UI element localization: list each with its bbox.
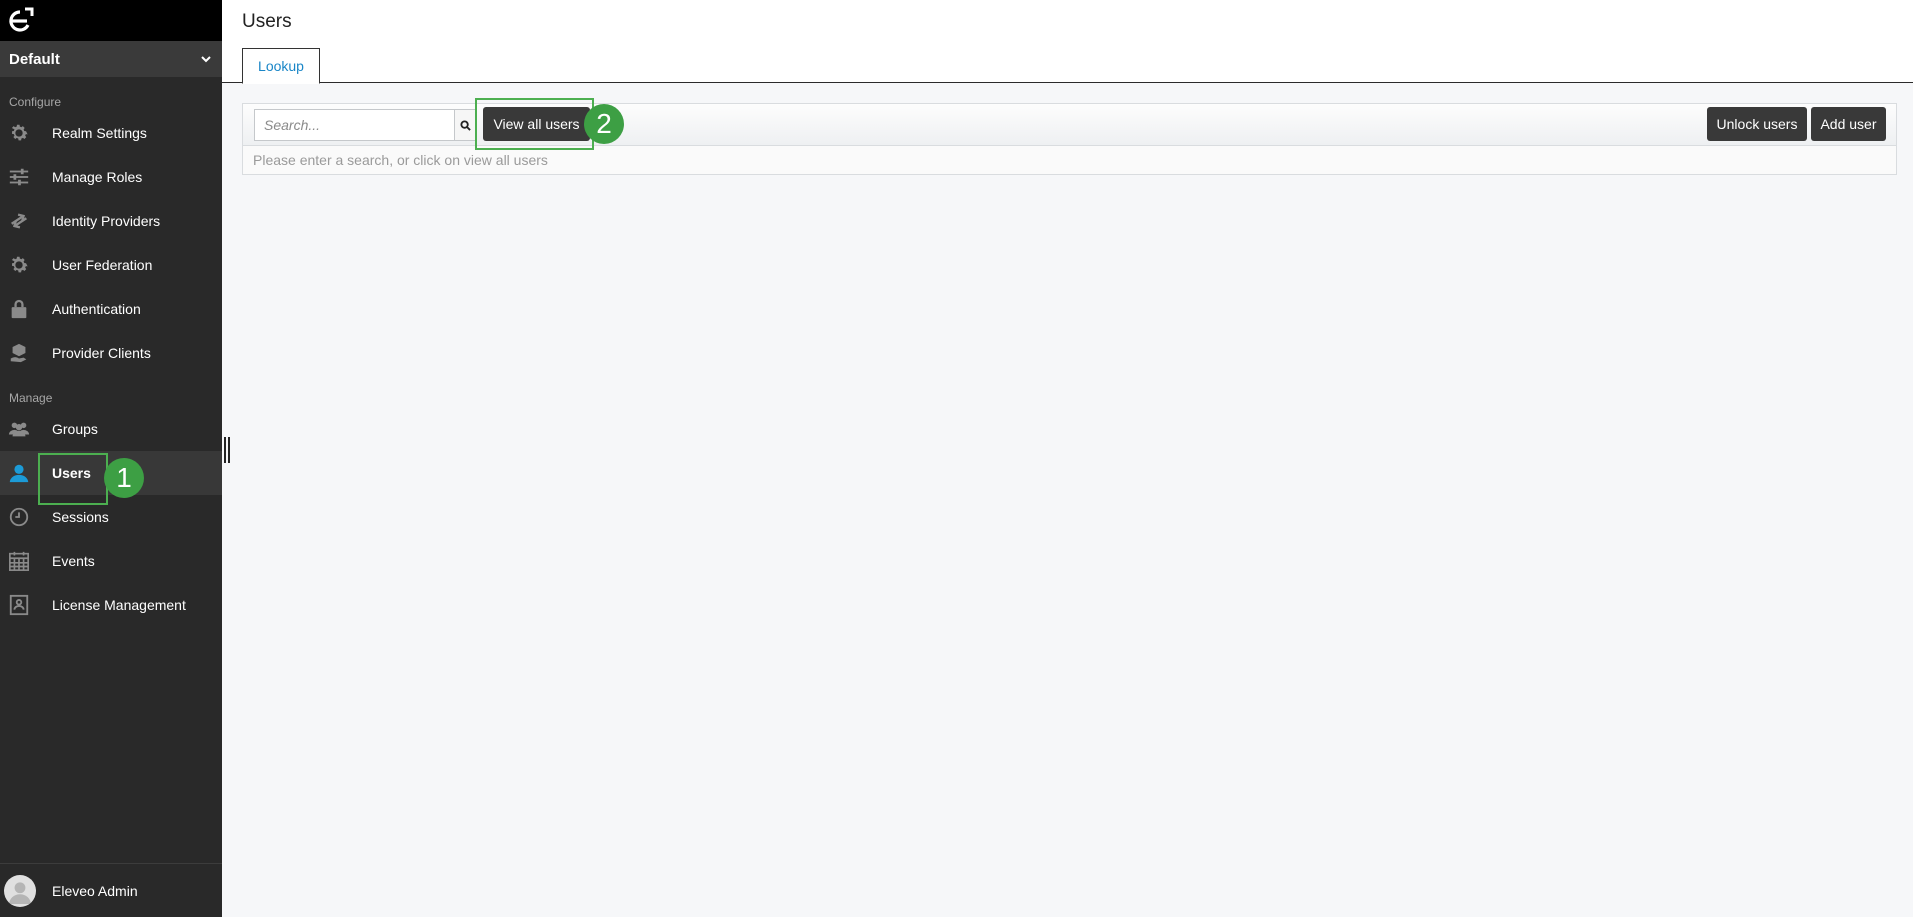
- user-icon: [0, 462, 52, 484]
- avatar: [4, 874, 36, 907]
- sidebar-item-label: Groups: [52, 421, 98, 437]
- sidebar-item-label: Provider Clients: [52, 345, 151, 361]
- step-badge-2: 2: [584, 104, 624, 144]
- tab-lookup[interactable]: Lookup: [242, 48, 320, 84]
- sidebar-item-label: License Management: [52, 597, 186, 613]
- sidebar-item-label: Events: [52, 553, 95, 569]
- sidebar-item-events[interactable]: Events: [0, 539, 222, 583]
- view-all-users-button[interactable]: View all users: [483, 107, 590, 141]
- sidebar-item-groups[interactable]: Groups: [0, 407, 222, 451]
- search-button[interactable]: [454, 109, 476, 141]
- section-configure-label: Configure: [9, 95, 62, 109]
- sidebar-item-label: Users: [52, 465, 91, 481]
- calendar-icon: [0, 550, 52, 572]
- sidebar-item-label: User Federation: [52, 257, 153, 273]
- toolbar: View all users Unlock users Add user: [243, 104, 1896, 146]
- section-manage-label: Manage: [9, 391, 53, 405]
- sidebar-footer[interactable]: Eleveo Admin: [0, 863, 222, 917]
- sidebar: Default Configure Realm Settings Manage …: [0, 0, 222, 917]
- sidebar-item-identity-providers[interactable]: Identity Providers: [0, 199, 222, 243]
- sidebar-resize-handle[interactable]: [224, 437, 232, 463]
- search-input[interactable]: [254, 109, 454, 141]
- sidebar-item-label: Authentication: [52, 301, 141, 317]
- add-user-button[interactable]: Add user: [1811, 107, 1886, 141]
- users-group-icon: [0, 418, 52, 440]
- sidebar-item-authentication[interactable]: Authentication: [0, 287, 222, 331]
- sidebar-item-realm-settings[interactable]: Realm Settings: [0, 111, 222, 155]
- sidebar-item-manage-roles[interactable]: Manage Roles: [0, 155, 222, 199]
- cube-hand-icon: [0, 342, 52, 364]
- sidebar-item-sessions[interactable]: Sessions: [0, 495, 222, 539]
- eleveo-logo-icon[interactable]: [7, 7, 35, 35]
- unlock-users-button[interactable]: Unlock users: [1707, 107, 1807, 141]
- page-header: Users Lookup: [222, 0, 1913, 84]
- sidebar-item-label: Identity Providers: [52, 213, 161, 229]
- search-icon: [459, 119, 471, 131]
- logo-bar: [0, 0, 222, 41]
- users-lookup-panel: View all users Unlock users Add user Ple…: [242, 103, 1897, 175]
- search-hint: Please enter a search, or click on view …: [253, 152, 548, 168]
- gear-icon: [0, 254, 52, 276]
- sidebar-item-user-federation[interactable]: User Federation: [0, 243, 222, 287]
- license-icon: [0, 594, 52, 616]
- sidebar-item-label: Realm Settings: [52, 125, 147, 141]
- sidebar-item-provider-clients[interactable]: Provider Clients: [0, 331, 222, 375]
- step-badge-1: 1: [104, 458, 144, 498]
- footer-username: Eleveo Admin: [52, 882, 138, 899]
- clock-icon: [0, 506, 52, 528]
- realm-name: Default: [9, 50, 60, 68]
- sidebar-item-label: Sessions: [52, 509, 109, 525]
- sliders-icon: [0, 166, 52, 188]
- sidebar-item-license-management[interactable]: License Management: [0, 583, 222, 627]
- chevron-down-icon: [201, 56, 211, 63]
- sidebar-item-label: Manage Roles: [52, 169, 143, 185]
- exchange-icon: [0, 210, 52, 232]
- realm-selector[interactable]: Default: [0, 41, 222, 77]
- gear-icon: [0, 122, 52, 144]
- page-title: Users: [242, 11, 292, 32]
- lock-icon: [0, 298, 52, 320]
